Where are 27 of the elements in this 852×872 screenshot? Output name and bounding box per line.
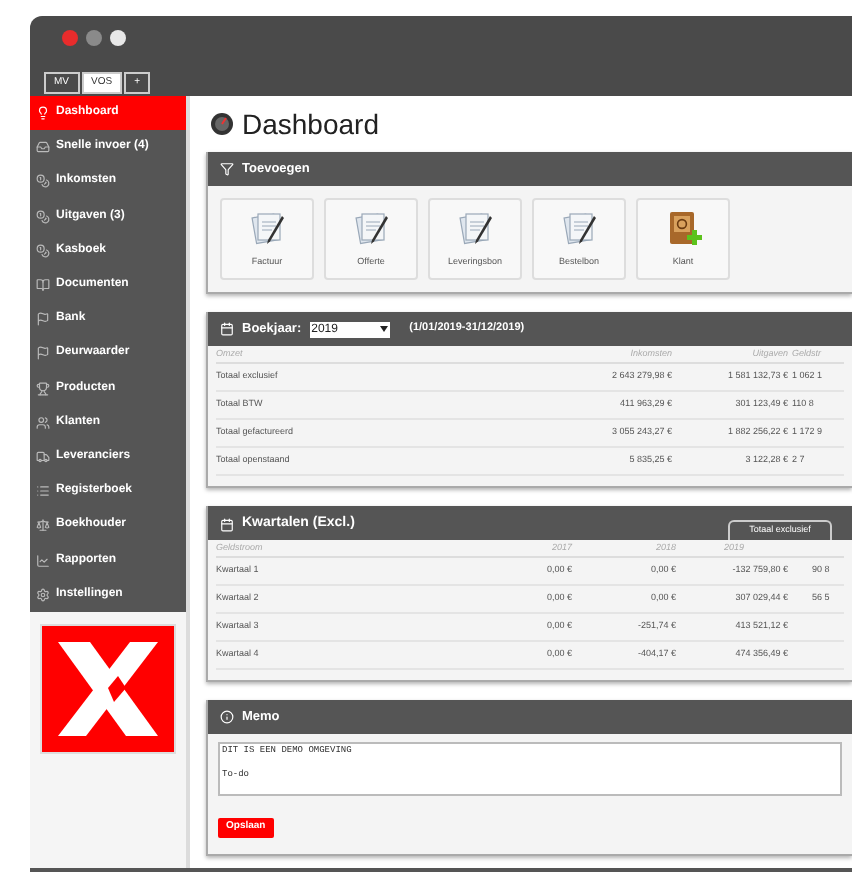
- trophy-icon: [36, 381, 50, 396]
- info-icon: [220, 710, 234, 724]
- calendar-icon: [220, 322, 234, 336]
- book-icon: [36, 278, 50, 293]
- list-icon: [36, 484, 50, 499]
- filter-icon: [220, 162, 234, 176]
- x-logo: [42, 625, 174, 752]
- document-pen-icon: [247, 208, 287, 249]
- document-pen-icon: [351, 208, 391, 249]
- truck-icon: [36, 449, 50, 464]
- flag-icon: [36, 312, 50, 327]
- dropdown-caret-icon: [379, 326, 388, 332]
- coins-icon: [36, 209, 50, 224]
- coins-icon: [36, 243, 50, 258]
- page-title: Dashboard: [242, 110, 379, 138]
- line-chart-icon: [36, 553, 50, 568]
- document-pen-icon: [455, 208, 495, 249]
- calendar-icon: [220, 518, 234, 532]
- settings-icon: [36, 587, 50, 602]
- inbox-icon: [36, 140, 50, 155]
- scale-icon: [36, 518, 50, 533]
- dashboard-gauge-icon: [210, 112, 234, 136]
- lightbulb-icon: [36, 106, 50, 121]
- users-icon: [36, 415, 50, 430]
- coins-icon: [36, 174, 50, 189]
- flag-icon: [36, 346, 50, 361]
- document-pen-icon: [559, 208, 599, 249]
